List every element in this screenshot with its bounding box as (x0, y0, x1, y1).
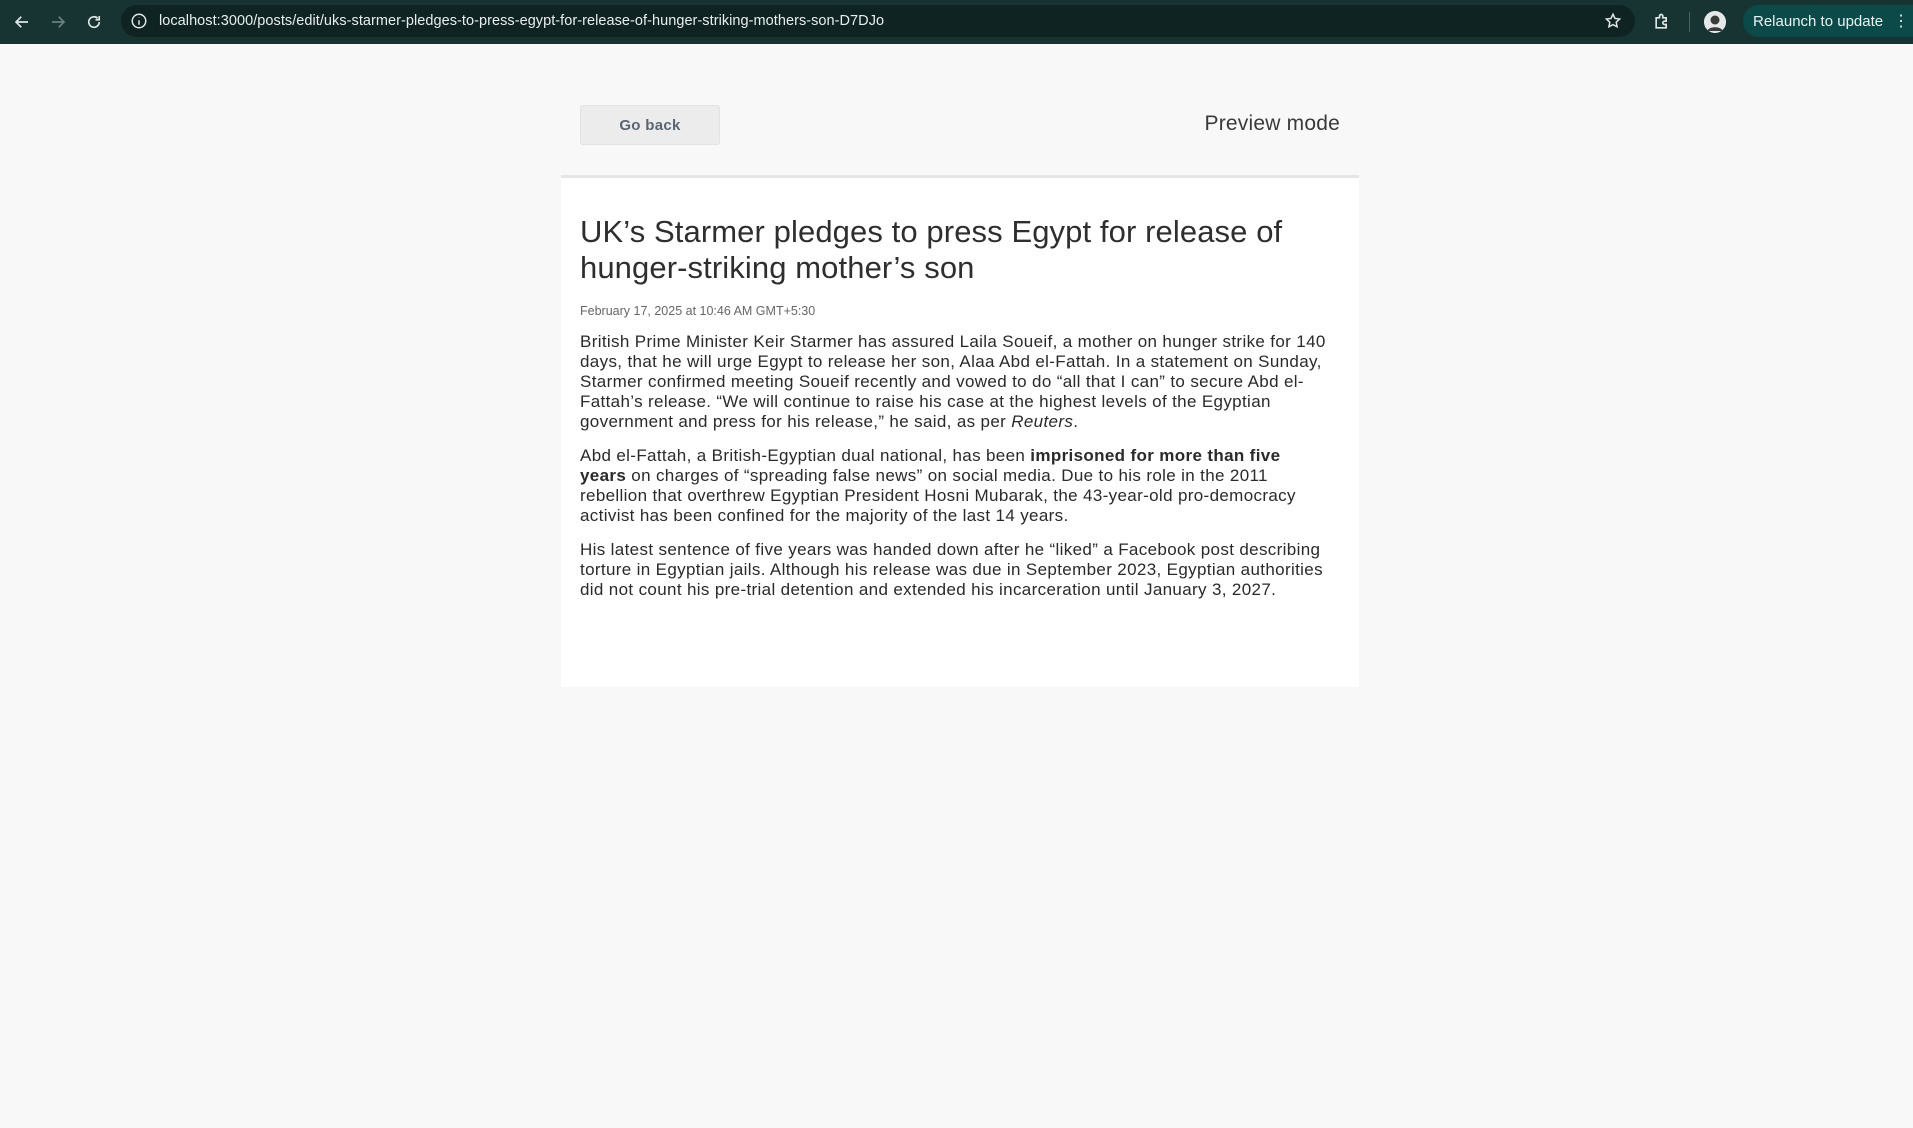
article-paragraph-2: Abd el-Fattah, a British-Egyptian dual n… (580, 446, 1330, 526)
relaunch-button[interactable]: Relaunch to update ⋮ (1743, 5, 1913, 37)
back-button[interactable] (4, 4, 40, 40)
article-content: UK’s Starmer pledges to press Egypt for … (580, 214, 1330, 600)
puzzle-icon[interactable] (1650, 10, 1674, 34)
browser-toolbar: localhost:3000/posts/edit/uks-starmer-pl… (0, 0, 1913, 44)
arrow-right-icon (52, 16, 66, 28)
paragraph-1-text: British Prime Minister Keir Starmer has … (580, 332, 1326, 431)
kebab-icon[interactable]: ⋮ (1893, 11, 1909, 31)
article-paragraph-1: British Prime Minister Keir Starmer has … (580, 332, 1330, 432)
article-date: February 17, 2025 at 10:46 AM GMT+5:30 (580, 304, 816, 318)
go-back-button[interactable]: Go back (580, 105, 720, 145)
paragraph-1-end: . (1073, 412, 1079, 431)
reload-icon (87, 15, 101, 29)
address-bar[interactable]: localhost:3000/posts/edit/uks-starmer-pl… (121, 5, 1635, 37)
paragraph-1-source: Reuters (1011, 412, 1074, 431)
url-text[interactable]: localhost:3000/posts/edit/uks-starmer-pl… (159, 13, 884, 29)
paragraph-2-start: Abd el-Fattah, a British-Egyptian dual n… (580, 446, 1031, 465)
article-paragraph-3: His latest sentence of five years was ha… (580, 540, 1323, 599)
arrow-left-icon (14, 16, 28, 28)
relaunch-label: Relaunch to update (1753, 12, 1884, 30)
star-icon[interactable] (1603, 11, 1623, 31)
reload-button[interactable] (76, 4, 112, 40)
forward-button[interactable] (40, 4, 76, 40)
info-icon[interactable] (129, 11, 149, 31)
avatar-icon[interactable] (1704, 11, 1726, 33)
paragraph-2-end: on charges of “spreading false news” on … (580, 466, 1296, 525)
preview-mode-label: Preview mode (1204, 112, 1340, 135)
article-title: UK’s Starmer pledges to press Egypt for … (580, 214, 1283, 285)
article-card: UK’s Starmer pledges to press Egypt for … (561, 175, 1359, 687)
preview-header: Go back Preview mode (580, 105, 1340, 145)
toolbar-divider (1689, 12, 1690, 32)
